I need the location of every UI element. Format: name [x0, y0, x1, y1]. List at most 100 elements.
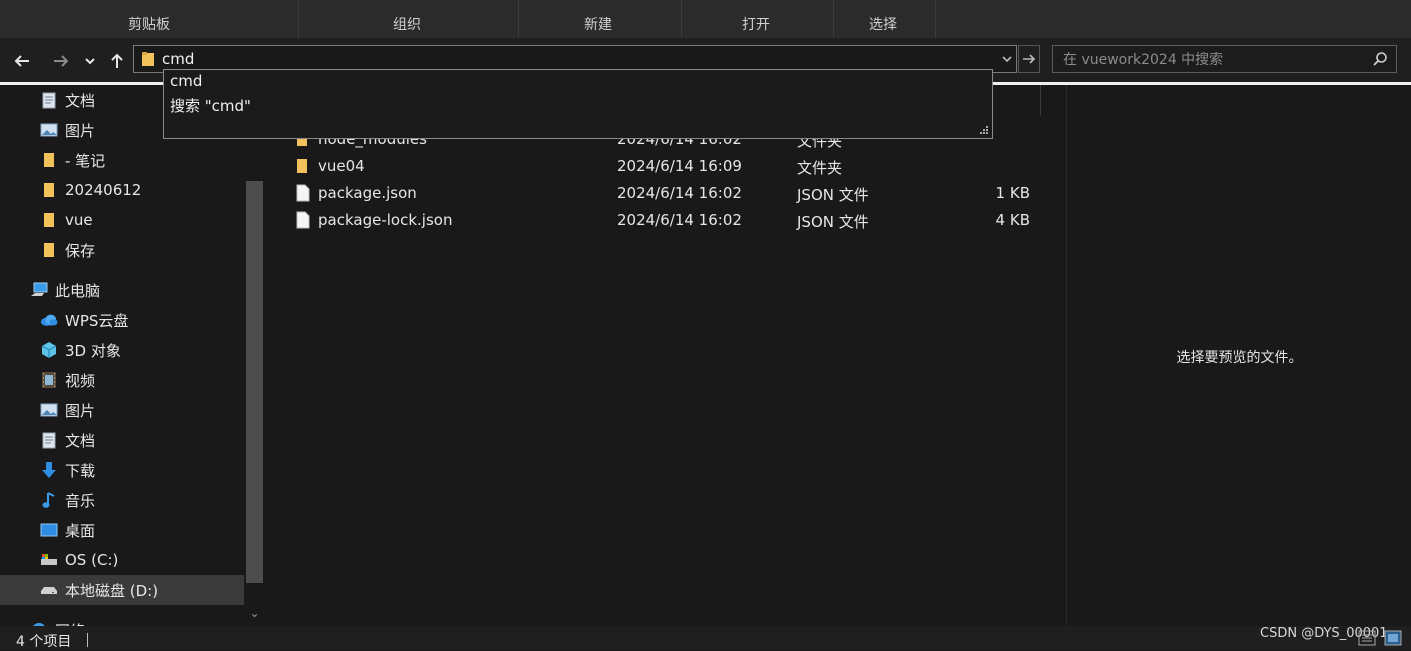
- documents-icon: [40, 91, 58, 109]
- resize-grip-icon[interactable]: [979, 125, 989, 135]
- ribbon-select-area: [833, 0, 936, 12]
- ribbon-group-new: 新建: [584, 17, 612, 33]
- up-button[interactable]: [106, 50, 128, 72]
- large-icons-view-icon[interactable]: [1384, 630, 1402, 646]
- file-row-package-json[interactable]: package.json 2024/6/14 16:02 JSON 文件 1 K…: [280, 180, 1050, 207]
- ribbon-open-area: [681, 0, 834, 12]
- search-box[interactable]: [1052, 45, 1397, 73]
- go-button[interactable]: [1018, 45, 1040, 73]
- arrow-right-icon: [54, 55, 69, 67]
- sidebar-item-label: 文档: [65, 91, 96, 110]
- downloads-icon: [40, 461, 58, 479]
- preview-pane: 选择要预览的文件。: [1066, 85, 1411, 626]
- sidebar-item-videos[interactable]: 视频: [40, 365, 95, 395]
- sidebar-item-label: 图片: [65, 121, 96, 140]
- details-view-icon[interactable]: [1358, 630, 1376, 646]
- sidebar-item-save[interactable]: 保存: [40, 235, 95, 265]
- back-button[interactable]: [11, 50, 33, 72]
- ribbon-group-select: 选择: [869, 17, 897, 33]
- documents-icon: [40, 431, 58, 449]
- sidebar-item-label: 文档: [65, 431, 96, 450]
- file-icon: [296, 184, 312, 202]
- sidebar-item-documents-quick[interactable]: 文档: [40, 85, 95, 115]
- file-type: JSON 文件: [797, 186, 869, 204]
- sidebar-item-notes[interactable]: - 笔记: [40, 145, 105, 175]
- sidebar-item-pictures-quick[interactable]: 图片: [40, 115, 95, 145]
- ribbon-new-area: [518, 0, 682, 12]
- file-date: 2024/6/14 16:02: [617, 211, 742, 229]
- search-icon[interactable]: [1372, 51, 1388, 71]
- sidebar-item-desktop[interactable]: 桌面: [40, 515, 95, 545]
- file-type: JSON 文件: [797, 213, 869, 231]
- file-row-package-lock-json[interactable]: package-lock.json 2024/6/14 16:02 JSON 文…: [280, 207, 1050, 234]
- sidebar-item-3d-objects[interactable]: 3D 对象: [40, 335, 121, 365]
- ribbon-divider: [518, 0, 519, 38]
- folder-icon: [40, 211, 58, 229]
- sidebar-item-wps-cloud[interactable]: WPS云盘: [40, 305, 128, 335]
- file-date: 2024/6/14 16:02: [617, 184, 742, 202]
- ribbon-group-organize: 组织: [393, 17, 421, 33]
- videos-icon: [40, 371, 58, 389]
- forward-button[interactable]: [50, 50, 72, 72]
- sidebar-item-drive-d[interactable]: 本地磁盘 (D:): [0, 575, 244, 605]
- arrow-up-icon: [111, 53, 123, 68]
- sidebar-scrollbar-thumb[interactable]: [246, 181, 263, 583]
- ribbon-group-clipboard: 剪贴板: [128, 17, 170, 33]
- ribbon-divider: [681, 0, 682, 38]
- file-size: 4 KB: [995, 211, 1030, 229]
- scroll-down-icon[interactable]: ⌄: [246, 606, 263, 624]
- folder-icon: [40, 241, 58, 259]
- folder-icon: [40, 151, 58, 169]
- arrow-left-icon: [14, 55, 29, 67]
- chevron-down-icon: [85, 58, 95, 65]
- status-bar: 4 个项目 CSDN @DYS_00001: [0, 626, 1411, 650]
- search-input[interactable]: [1061, 49, 1365, 71]
- sidebar-item-label: OS (C:): [65, 551, 119, 569]
- ribbon-divider: [298, 0, 299, 38]
- sidebar-item-label: WPS云盘: [65, 311, 129, 330]
- sidebar-item-label: 3D 对象: [65, 341, 121, 360]
- sidebar-item-label: 桌面: [65, 521, 96, 540]
- navigation-pane: 文档 图片 - 笔记 20240612 vue 保存 此电脑 WPS云盘 3D …: [0, 85, 266, 626]
- recent-locations-button[interactable]: [81, 50, 99, 72]
- sidebar-item-label: 下载: [65, 461, 96, 480]
- address-dropdown-button[interactable]: [996, 45, 1018, 73]
- drive-c-icon: [40, 551, 58, 569]
- file-name: package.json: [318, 184, 417, 202]
- sidebar-item-label: 图片: [65, 401, 96, 420]
- sidebar-item-label: 音乐: [65, 491, 96, 510]
- autocomplete-item-search-cmd[interactable]: 搜索 "cmd": [170, 95, 251, 116]
- folder-icon: [141, 51, 155, 71]
- ribbon-divider: [833, 0, 834, 38]
- arrow-right-icon: [1023, 54, 1036, 64]
- drive-d-icon: [40, 581, 58, 599]
- sidebar-item-label: 此电脑: [55, 281, 101, 300]
- sidebar-item-this-pc[interactable]: 此电脑: [30, 275, 100, 305]
- sidebar-item-network[interactable]: 网络: [30, 615, 85, 626]
- folder-icon: [40, 181, 58, 199]
- sidebar-item-label: 保存: [65, 241, 96, 260]
- file-name: vue04: [318, 157, 365, 175]
- autocomplete-item-cmd[interactable]: cmd: [170, 72, 202, 90]
- address-autocomplete: cmd 搜索 "cmd": [163, 69, 993, 139]
- status-divider: [87, 633, 88, 647]
- desktop-icon: [40, 521, 58, 539]
- pictures-icon: [40, 401, 58, 419]
- file-size: 1 KB: [995, 184, 1030, 202]
- file-row-vue04[interactable]: vue04 2024/6/14 16:09 文件夹: [280, 153, 1050, 180]
- sidebar-item-downloads[interactable]: 下载: [40, 455, 95, 485]
- sidebar-item-label: - 笔记: [65, 151, 106, 170]
- sidebar-item-music[interactable]: 音乐: [40, 485, 95, 515]
- sidebar-item-drive-c[interactable]: OS (C:): [40, 545, 118, 575]
- address-input[interactable]: [162, 48, 962, 70]
- item-count: 4 个项目: [16, 634, 72, 650]
- sidebar-item-vue[interactable]: vue: [40, 205, 93, 235]
- sidebar-item-documents[interactable]: 文档: [40, 425, 95, 455]
- cloud-icon: [40, 311, 58, 329]
- sidebar-item-20240612[interactable]: 20240612: [40, 175, 141, 205]
- sidebar-item-pictures[interactable]: 图片: [40, 395, 95, 425]
- column-divider[interactable]: [1040, 85, 1041, 116]
- music-icon: [40, 491, 58, 509]
- file-date: 2024/6/14 16:09: [617, 157, 742, 175]
- file-type: 文件夹: [797, 159, 843, 177]
